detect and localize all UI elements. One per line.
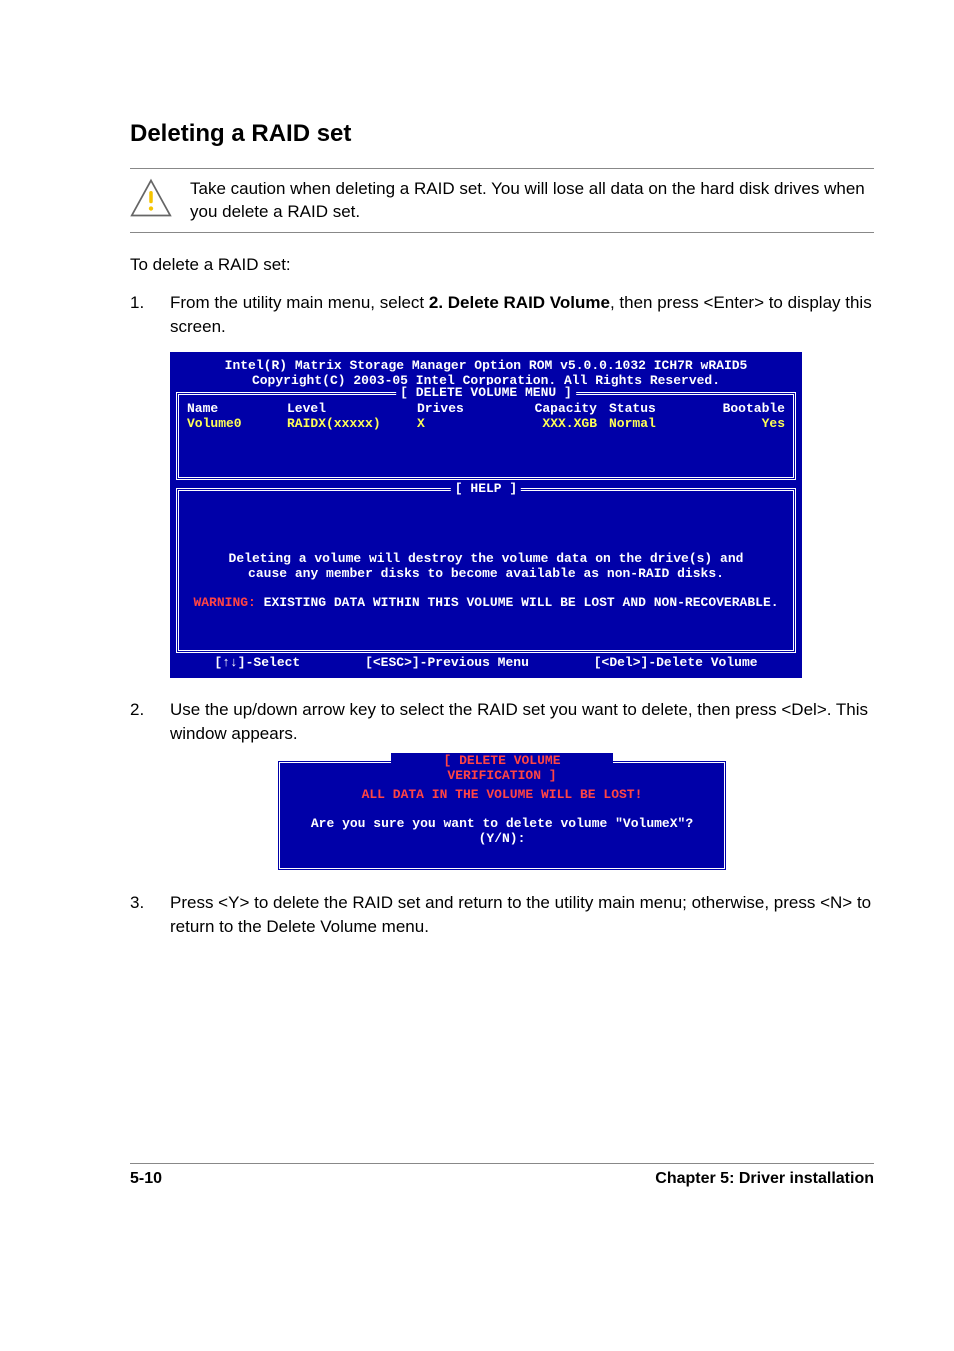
section-heading: Deleting a RAID set: [130, 120, 874, 148]
bios-title-1: Intel(R) Matrix Storage Manager Option R…: [176, 358, 796, 373]
bios-warning: WARNING: EXISTING DATA WITHIN THIS VOLUM…: [193, 595, 779, 610]
intro-text: To delete a RAID set:: [130, 253, 874, 277]
step-3: 3. Press <Y> to delete the RAID set and …: [130, 891, 874, 939]
warn-text: EXISTING DATA WITHIN THIS VOLUME WILL BE…: [256, 595, 779, 610]
bios-screen: Intel(R) Matrix Storage Manager Option R…: [170, 352, 802, 678]
dialog-label: [ DELETE VOLUME VERIFICATION ]: [391, 753, 613, 783]
dialog-warning: ALL DATA IN THE VOLUME WILL BE LOST!: [294, 787, 710, 802]
help-line-2: cause any member disks to become availab…: [193, 566, 779, 581]
cell-status: Normal: [609, 416, 699, 431]
step-body: From the utility main menu, select 2. De…: [170, 291, 874, 339]
step-number: 3.: [130, 891, 170, 939]
cell-name: Volume0: [187, 416, 287, 431]
cell-drives: X: [417, 416, 507, 431]
bios-delete-menu: [ DELETE VOLUME MENU ] Name Level Drives…: [176, 392, 796, 480]
col-capacity: Capacity: [507, 401, 609, 416]
bios-header-row: Name Level Drives Capacity Status Bootab…: [187, 401, 785, 416]
col-name: Name: [187, 401, 287, 416]
page-footer: 5-10 Chapter 5: Driver installation: [130, 1163, 874, 1188]
footer-del: [<Del>]-Delete Volume: [594, 655, 758, 670]
caution-icon: [130, 177, 178, 224]
cell-capacity: XXX.XGB: [507, 416, 609, 431]
footer-prev: [<ESC>]-Previous Menu: [365, 655, 529, 670]
col-status: Status: [609, 401, 699, 416]
bios-help-label: [ HELP ]: [451, 481, 521, 496]
cell-level: RAIDX(xxxxx): [287, 416, 417, 431]
step-body: Press <Y> to delete the RAID set and ret…: [170, 891, 874, 939]
step-text-pre: From the utility main menu, select: [170, 293, 429, 312]
step-body: Use the up/down arrow key to select the …: [170, 698, 874, 746]
cell-bootable: Yes: [699, 416, 785, 431]
bios-footer: [↑↓]-Select [<ESC>]-Previous Menu [<Del>…: [176, 653, 796, 672]
chapter-title: Chapter 5: Driver installation: [655, 1170, 874, 1188]
step-number: 1.: [130, 291, 170, 339]
col-bootable: Bootable: [699, 401, 785, 416]
step-text-bold: 2. Delete RAID Volume: [429, 293, 610, 312]
step-2: 2. Use the up/down arrow key to select t…: [130, 698, 874, 746]
caution-block: Take caution when deleting a RAID set. Y…: [130, 168, 874, 233]
footer-select: [↑↓]-Select: [214, 655, 300, 670]
bios-menu-label: [ DELETE VOLUME MENU ]: [396, 385, 576, 400]
caution-text: Take caution when deleting a RAID set. Y…: [190, 178, 874, 224]
step-1: 1. From the utility main menu, select 2.…: [130, 291, 874, 339]
col-level: Level: [287, 401, 417, 416]
bios-help-panel: [ HELP ] Deleting a volume will destroy …: [176, 488, 796, 653]
warn-prefix: WARNING:: [193, 595, 255, 610]
bios-data-row[interactable]: Volume0 RAIDX(xxxxx) X XXX.XGB Normal Ye…: [187, 416, 785, 431]
step-number: 2.: [130, 698, 170, 746]
dialog-prompt[interactable]: Are you sure you want to delete volume "…: [294, 816, 710, 846]
col-drives: Drives: [417, 401, 507, 416]
page-number: 5-10: [130, 1170, 162, 1188]
bios-confirm-dialog: [ DELETE VOLUME VERIFICATION ] ALL DATA …: [277, 760, 727, 871]
help-line-1: Deleting a volume will destroy the volum…: [193, 551, 779, 566]
